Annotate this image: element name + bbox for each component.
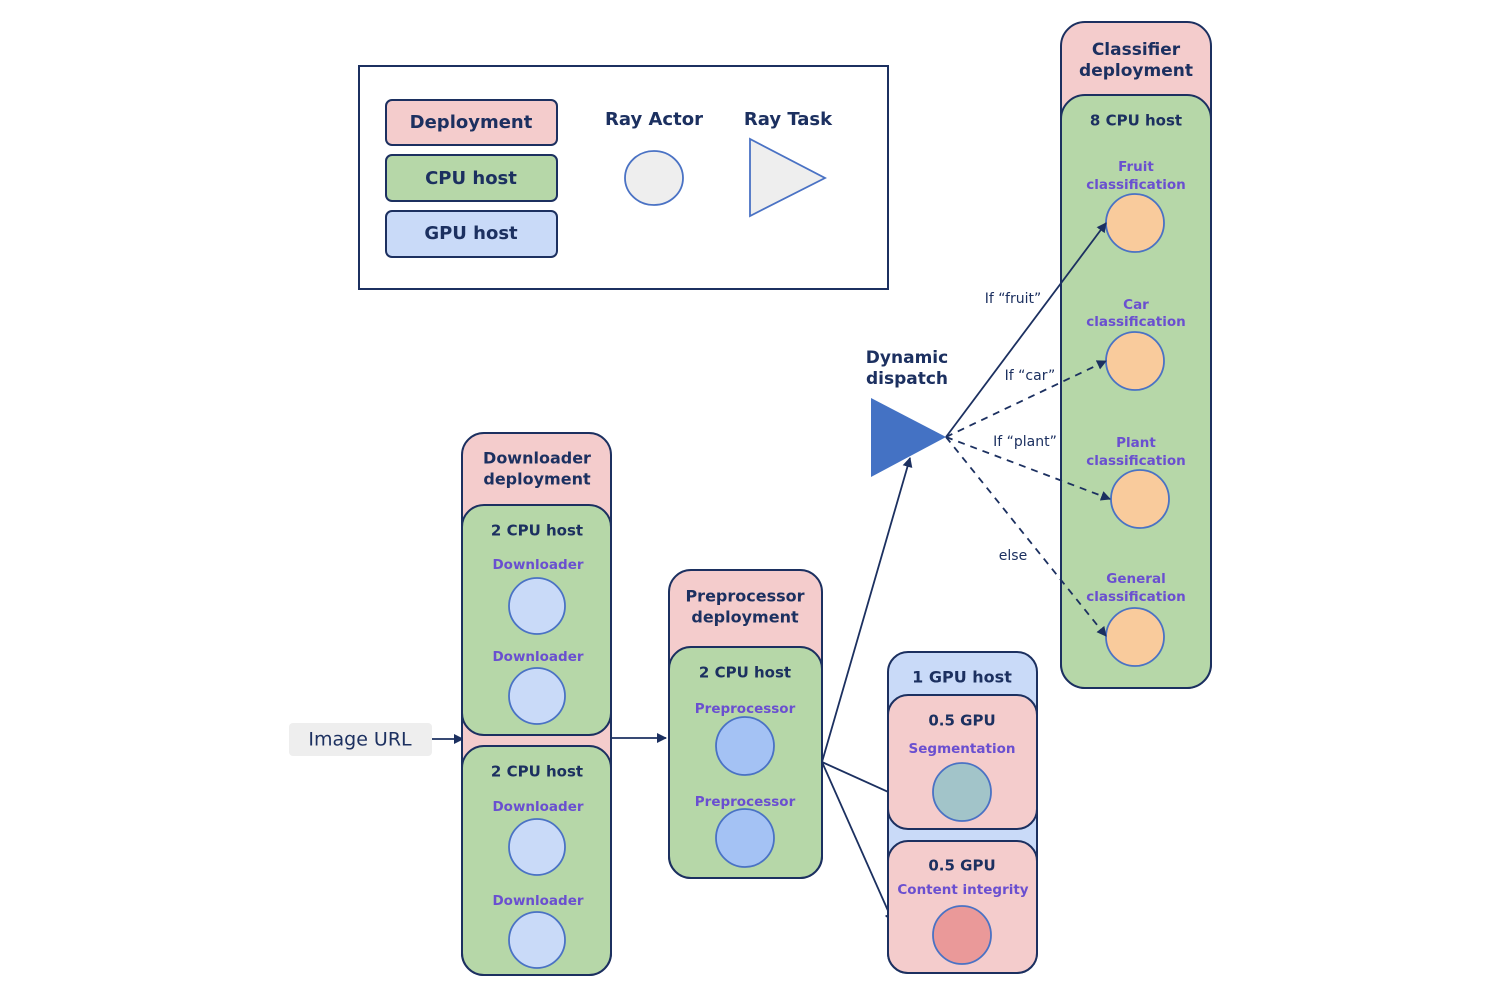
- actor-label: Fruit: [1118, 159, 1154, 175]
- actor-circle-icon: [508, 818, 566, 876]
- host-label: 8 CPU host: [1090, 112, 1182, 130]
- downloader-title-2: deployment: [483, 470, 591, 489]
- architecture-diagram: Deployment CPU host GPU host Ray Actor R…: [289, 21, 1212, 976]
- actor-circle-icon: [508, 577, 566, 635]
- legend-actor-label: Ray Actor: [605, 109, 703, 130]
- classifier-title-2: deployment: [1079, 61, 1193, 81]
- edge-label-plant: If “plant”: [993, 434, 1057, 450]
- classifier-title: Classifier: [1092, 40, 1181, 60]
- actor-label: Plant: [1116, 435, 1156, 451]
- legend: Deployment CPU host GPU host Ray Actor R…: [358, 65, 889, 290]
- gpu-host: 1 GPU host 0.5 GPU Segmentation 0.5 GPU …: [887, 651, 1038, 974]
- image-url-label: Image URL: [308, 729, 412, 751]
- actor-circle-icon: [1105, 331, 1165, 391]
- host-label: 2 CPU host: [491, 522, 583, 540]
- legend-deployment-label: Deployment: [410, 112, 533, 133]
- actor-label: Preprocessor: [695, 701, 796, 717]
- legend-gpu-label: GPU host: [424, 223, 518, 244]
- edge-label-else: else: [999, 548, 1027, 564]
- host-label: 2 CPU host: [699, 664, 791, 682]
- actor-label: General: [1106, 571, 1165, 587]
- preprocessor-title-2: deployment: [691, 608, 799, 627]
- actor-label: Car: [1123, 297, 1149, 313]
- actor-circle-icon: [1105, 607, 1165, 667]
- arrow-to-content-integrity: [821, 761, 894, 923]
- actor-label: Preprocessor: [695, 794, 796, 810]
- classifier-deployment: Classifier deployment 8 CPU host Fruit c…: [1060, 21, 1212, 689]
- preprocessor-deployment: Preprocessor deployment 2 CPU host Prepr…: [668, 569, 823, 879]
- dispatch-title: Dynamic: [866, 348, 948, 368]
- host-label: 2 CPU host: [491, 763, 583, 781]
- actor-circle-icon: [1110, 469, 1170, 529]
- gpu-slot-label: 0.5 GPU: [928, 712, 995, 730]
- actor-label: classification: [1086, 589, 1186, 605]
- actor-label: classification: [1086, 314, 1186, 330]
- actor-label: Segmentation: [909, 741, 1016, 757]
- actor-label: Downloader: [492, 893, 583, 909]
- actor-label: Downloader: [492, 799, 583, 815]
- actor-circle-icon: [508, 911, 566, 969]
- legend-cpu-label: CPU host: [425, 168, 517, 189]
- actor-circle-icon: [624, 150, 684, 206]
- edge-label-fruit: If “fruit”: [985, 291, 1041, 307]
- edge-label-car: If “car”: [1005, 368, 1056, 384]
- actor-circle-icon: [508, 667, 566, 725]
- actor-label: classification: [1086, 177, 1186, 193]
- actor-label: classification: [1086, 453, 1186, 469]
- actor-label: Content integrity: [897, 882, 1028, 898]
- actor-circle-icon: [715, 716, 775, 776]
- actor-label: Downloader: [492, 649, 583, 665]
- actor-circle-icon: [1105, 193, 1165, 253]
- actor-circle-icon: [715, 808, 775, 868]
- preprocessor-title: Preprocessor: [685, 587, 804, 606]
- downloader-deployment: Downloader deployment 2 CPU host Downloa…: [461, 432, 612, 976]
- dispatch-title-2: dispatch: [866, 369, 948, 389]
- downloader-title: Downloader: [483, 449, 591, 468]
- gpu-slot-label: 0.5 GPU: [928, 857, 995, 875]
- actor-circle-icon: [932, 762, 992, 822]
- actor-label: Downloader: [492, 557, 583, 573]
- gpu-host-label: 1 GPU host: [912, 668, 1012, 687]
- legend-task-label: Ray Task: [744, 109, 833, 130]
- actor-circle-icon: [932, 905, 992, 965]
